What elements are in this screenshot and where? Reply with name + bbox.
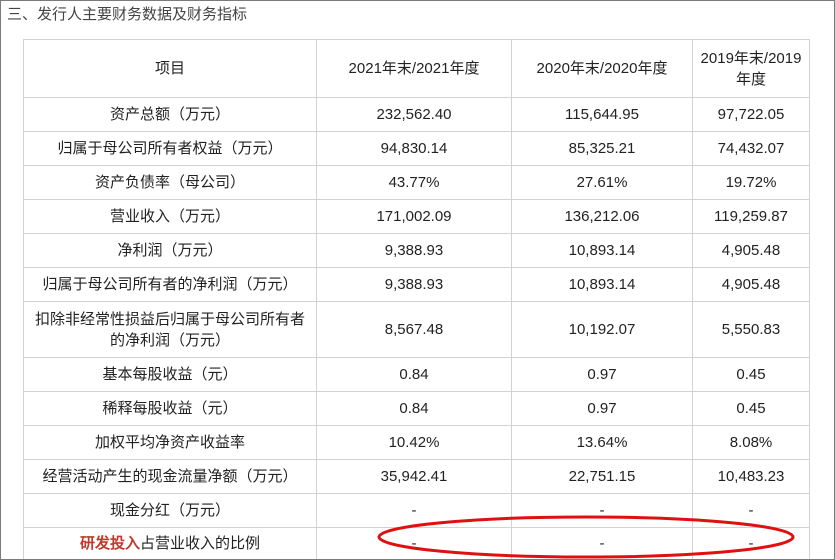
cell-2021: 10.42% [316, 425, 512, 460]
table-row: 稀释每股收益（元） 0.84 0.97 0.45 [23, 391, 810, 426]
table-row: 经营活动产生的现金流量净额（万元） 35,942.41 22,751.15 10… [23, 459, 810, 494]
cell-2020: 85,325.21 [511, 131, 693, 166]
row-label: 净利润（万元） [23, 233, 317, 268]
row-label: 营业收入（万元） [23, 199, 317, 234]
cell-2019: 0.45 [692, 357, 810, 392]
row-label: 现金分红（万元） [23, 493, 317, 528]
row-label: 经营活动产生的现金流量净额（万元） [23, 459, 317, 494]
cell-2019: 4,905.48 [692, 267, 810, 302]
cell-2019: 5,550.83 [692, 301, 810, 358]
row-label: 归属于母公司所有者的净利润（万元） [23, 267, 317, 302]
table-header-row: 项目 2021年末/2021年度 2020年末/2020年度 2019年末/20… [23, 39, 810, 98]
cell-2019: 4,905.48 [692, 233, 810, 268]
cell-2020: 0.97 [511, 391, 693, 426]
cell-2021: 35,942.41 [316, 459, 512, 494]
cell-2020: 22,751.15 [511, 459, 693, 494]
cell-2019: 10,483.23 [692, 459, 810, 494]
cell-2021: 0.84 [316, 357, 512, 392]
cell-2021: - [316, 493, 512, 528]
financial-data-table: 项目 2021年末/2021年度 2020年末/2020年度 2019年末/20… [23, 39, 810, 559]
rd-label-rest: 占营业收入的比例 [140, 535, 261, 552]
row-label: 归属于母公司所有者权益（万元） [23, 131, 317, 166]
cell-2021: 9,388.93 [316, 267, 512, 302]
cell-2021: - [316, 527, 512, 559]
cell-2019: 8.08% [692, 425, 810, 460]
section-title: 三、发行人主要财务数据及财务指标 [7, 6, 248, 23]
document-frame: 三、发行人主要财务数据及财务指标 项目 2021年末/2021年度 2020年末… [0, 0, 835, 560]
row-label: 稀释每股收益（元） [23, 391, 317, 426]
header-item: 项目 [23, 39, 317, 98]
cell-2020: 27.61% [511, 165, 693, 200]
row-label: 资产总额（万元） [23, 97, 317, 132]
table-row: 归属于母公司所有者权益（万元） 94,830.14 85,325.21 74,4… [23, 131, 810, 166]
header-2021: 2021年末/2021年度 [316, 39, 512, 98]
cell-2020: 136,212.06 [511, 199, 693, 234]
cell-2020: 0.97 [511, 357, 693, 392]
cell-2019: 97,722.05 [692, 97, 810, 132]
cell-2020: 115,644.95 [511, 97, 693, 132]
header-2019: 2019年末/2019年度 [692, 39, 810, 98]
table-row: 扣除非经常性损益后归属于母公司所有者的净利润（万元） 8,567.48 10,1… [23, 301, 810, 358]
cell-2021: 8,567.48 [316, 301, 512, 358]
cell-2019: - [692, 493, 810, 528]
row-label: 扣除非经常性损益后归属于母公司所有者的净利润（万元） [23, 301, 317, 358]
cell-2019: 74,432.07 [692, 131, 810, 166]
cell-2020: - [511, 493, 693, 528]
table-row: 基本每股收益（元） 0.84 0.97 0.45 [23, 357, 810, 392]
table-row: 净利润（万元） 9,388.93 10,893.14 4,905.48 [23, 233, 810, 268]
row-label: 加权平均净资产收益率 [23, 425, 317, 460]
table-row: 资产总额（万元） 232,562.40 115,644.95 97,722.05 [23, 97, 810, 132]
table-row: 营业收入（万元） 171,002.09 136,212.06 119,259.8… [23, 199, 810, 234]
cell-2021: 171,002.09 [316, 199, 512, 234]
cell-2021: 43.77% [316, 165, 512, 200]
table-row: 加权平均净资产收益率 10.42% 13.64% 8.08% [23, 425, 810, 460]
cell-2021: 0.84 [316, 391, 512, 426]
row-label: 基本每股收益（元） [23, 357, 317, 392]
cell-2020: 10,893.14 [511, 233, 693, 268]
cell-2019: 19.72% [692, 165, 810, 200]
cell-2021: 94,830.14 [316, 131, 512, 166]
header-2020: 2020年末/2020年度 [511, 39, 693, 98]
cell-2019: 119,259.87 [692, 199, 810, 234]
cell-2020: 10,893.14 [511, 267, 693, 302]
row-label: 研发投入占营业收入的比例 [23, 527, 317, 559]
cell-2020: 10,192.07 [511, 301, 693, 358]
cell-2020: - [511, 527, 693, 559]
table-row: 归属于母公司所有者的净利润（万元） 9,388.93 10,893.14 4,9… [23, 267, 810, 302]
table-row: 资产负债率（母公司） 43.77% 27.61% 19.72% [23, 165, 810, 200]
cell-2020: 13.64% [511, 425, 693, 460]
cell-2019: 0.45 [692, 391, 810, 426]
cell-2021: 9,388.93 [316, 233, 512, 268]
table-row-rd-ratio: 研发投入占营业收入的比例 - - - [23, 527, 810, 559]
row-label: 资产负债率（母公司） [23, 165, 317, 200]
cell-2019: - [692, 527, 810, 559]
table-row: 现金分红（万元） - - - [23, 493, 810, 528]
rd-highlight-label: 研发投入 [79, 535, 140, 552]
cell-2021: 232,562.40 [316, 97, 512, 132]
